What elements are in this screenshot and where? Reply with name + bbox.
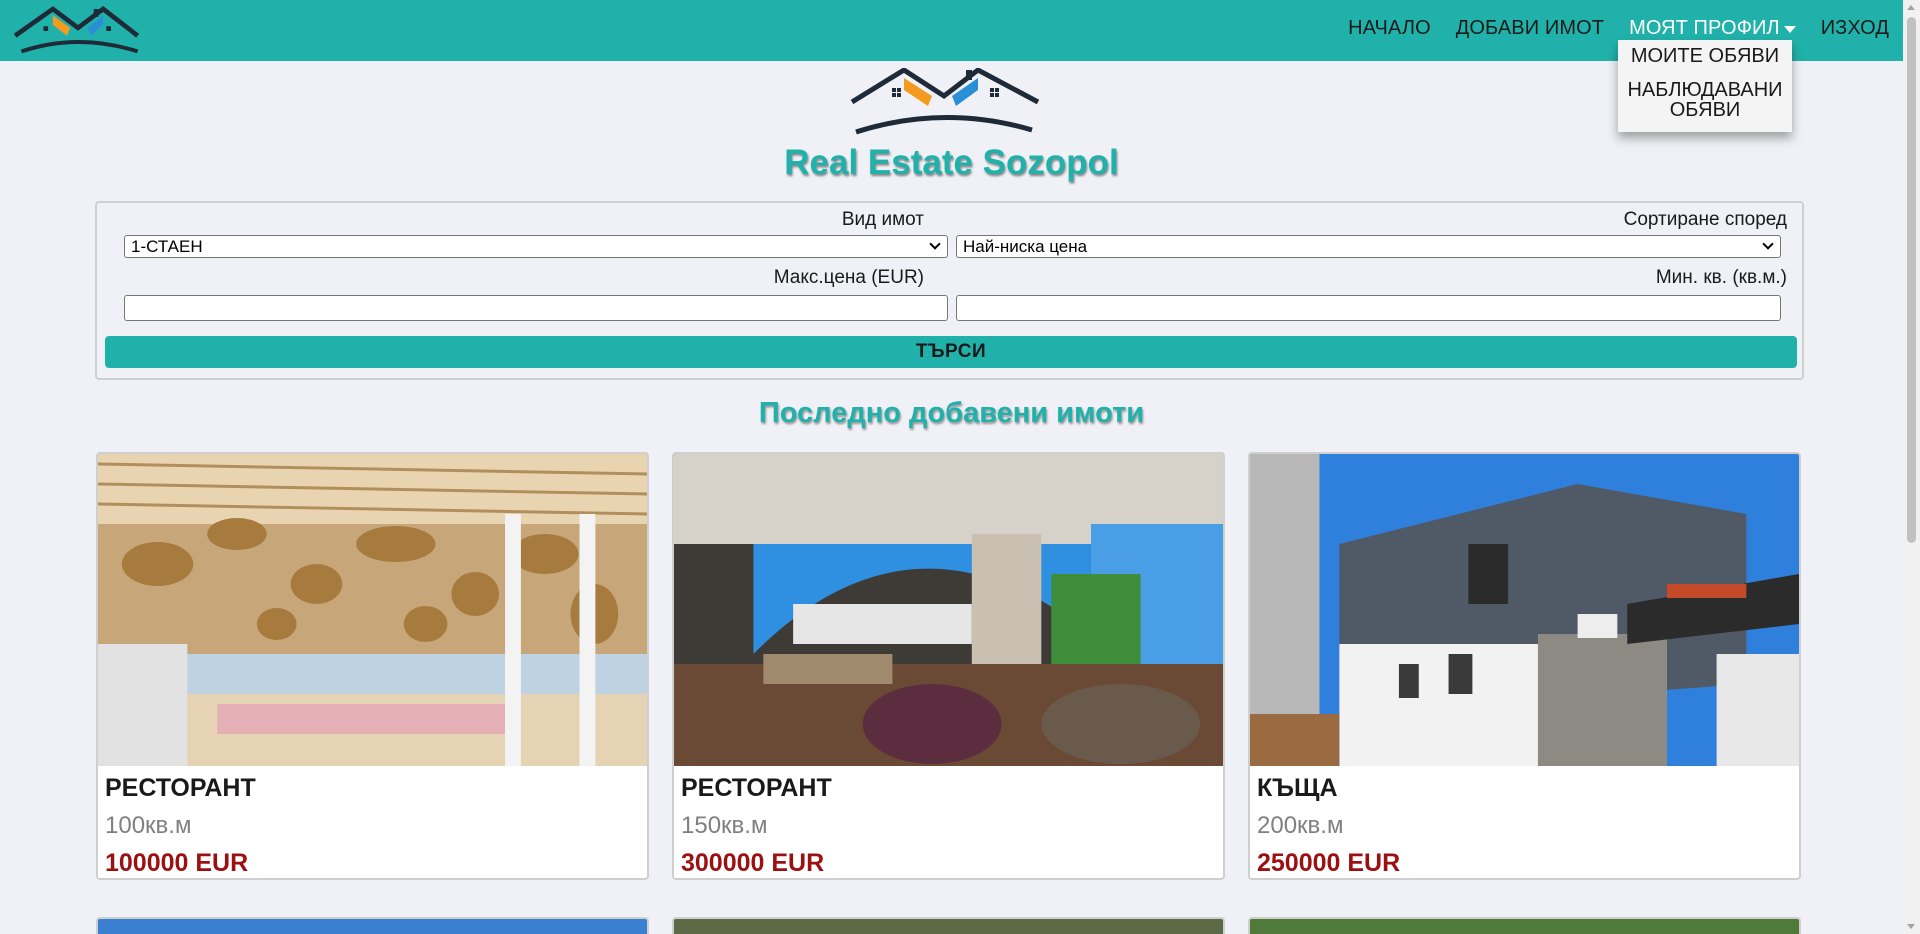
property-area: 150кв.м — [681, 812, 768, 839]
nav-my-profile-label: МОЯТ ПРОФИЛ — [1629, 17, 1780, 39]
nav-add-property-link[interactable]: ДОБАВИ ИМОТ — [1456, 17, 1604, 40]
property-card[interactable]: РЕСТОРАНТ 100кв.м 100000 EUR — [96, 452, 649, 880]
property-card[interactable] — [96, 917, 649, 934]
scroll-down-arrow-icon[interactable] — [1907, 924, 1915, 929]
min-area-label: Мин. кв. (кв.м.) — [1655, 267, 1787, 288]
chevron-down-icon — [1762, 238, 1774, 250]
sort-by-label: Сортиране според — [1623, 209, 1787, 230]
property-type: РЕСТОРАНТ — [681, 774, 832, 802]
nav-my-profile-link[interactable]: МОЯТ ПРОФИЛ — [1629, 17, 1796, 40]
property-price: 300000 EUR — [681, 849, 825, 877]
site-title: Real Estate Sozopol — [784, 143, 1119, 182]
property-photo — [674, 454, 1223, 766]
property-area: 100кв.м — [105, 812, 192, 839]
latest-listings-title: Последно добавени имоти — [758, 397, 1145, 429]
max-price-label: Макс.цена (EUR) — [773, 267, 924, 288]
search-button[interactable]: ТЪРСИ — [105, 336, 1797, 368]
search-form: Вид имот Сортиране според 1-СТАЕН Най-ни… — [95, 201, 1804, 380]
property-type-value: 1-СТАЕН — [131, 236, 203, 256]
dropdown-watched-listings[interactable]: НАБЛЮДАВАНИ ОБЯВИ — [1618, 74, 1792, 128]
scroll-up-arrow-icon[interactable] — [1907, 5, 1915, 10]
min-area-input[interactable] — [956, 295, 1781, 321]
property-photo — [98, 454, 647, 766]
property-card[interactable]: РЕСТОРАНТ 150кв.м 300000 EUR — [672, 452, 1225, 880]
dropdown-my-listings[interactable]: МОИТЕ ОБЯВИ — [1618, 44, 1792, 74]
chevron-down-icon — [929, 238, 941, 250]
sort-by-select[interactable]: Най-ниска цена — [956, 235, 1781, 258]
property-type: РЕСТОРАНТ — [105, 774, 256, 802]
caret-down-icon — [1783, 26, 1796, 33]
property-price: 250000 EUR — [1257, 849, 1401, 877]
page-scrollbar[interactable] — [1903, 0, 1920, 934]
property-type: КЪЩА — [1257, 774, 1338, 802]
site-logo-icon[interactable] — [12, 4, 166, 58]
property-card[interactable]: КЪЩА 200кв.м 250000 EUR — [1248, 452, 1801, 880]
nav-home-link[interactable]: НАЧАЛО — [1348, 17, 1431, 40]
property-card[interactable] — [672, 917, 1225, 934]
max-price-input[interactable] — [124, 295, 948, 321]
property-type-label: Вид имот — [841, 209, 924, 230]
nav-logout-link[interactable]: ИЗХОД — [1821, 17, 1889, 40]
property-price: 100000 EUR — [105, 849, 249, 877]
property-area: 200кв.м — [1257, 812, 1344, 839]
hero-logo-icon — [850, 68, 1040, 135]
scrollbar-thumb[interactable] — [1907, 17, 1916, 543]
property-type-select[interactable]: 1-СТАЕН — [124, 235, 948, 258]
sort-by-value: Най-ниска цена — [963, 236, 1088, 256]
property-photo — [1250, 454, 1799, 766]
profile-dropdown-menu: МОИТЕ ОБЯВИ НАБЛЮДАВАНИ ОБЯВИ — [1618, 40, 1792, 132]
property-card[interactable] — [1248, 917, 1801, 934]
